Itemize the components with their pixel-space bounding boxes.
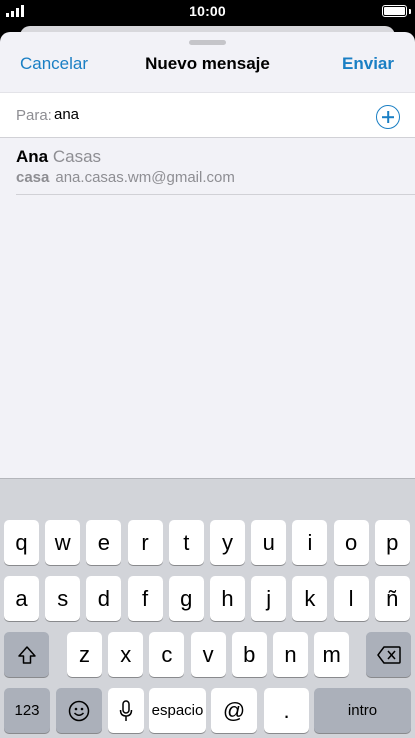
key-e[interactable]: e — [86, 520, 122, 565]
cancel-button[interactable]: Cancelar — [20, 54, 88, 74]
key-w[interactable]: w — [45, 520, 81, 565]
emoji-key[interactable] — [56, 688, 102, 733]
suggestion-email: ana.casas.wm@gmail.com — [55, 169, 235, 186]
key-c[interactable]: c — [149, 632, 185, 677]
add-contact-icon[interactable] — [376, 105, 400, 129]
to-input[interactable] — [54, 106, 354, 123]
shift-icon — [17, 645, 36, 664]
battery-icon — [382, 5, 407, 17]
to-field-row: Para: — [0, 92, 415, 138]
key-t[interactable]: t — [168, 520, 204, 565]
key-n[interactable]: n — [273, 632, 308, 677]
key-j[interactable]: j — [251, 576, 287, 621]
key-s[interactable]: s — [45, 576, 81, 621]
numbers-key[interactable]: 123 — [4, 688, 50, 733]
suggestion-name: Ana Casas — [16, 147, 101, 167]
key-f[interactable]: f — [127, 576, 163, 621]
key-l[interactable]: l — [333, 576, 369, 621]
emoji-icon — [68, 700, 90, 721]
contact-suggestion[interactable]: Ana Casas casa ana.casas.wm@gmail.com — [0, 138, 415, 195]
key-p[interactable]: p — [374, 520, 410, 565]
delete-icon — [376, 645, 401, 664]
key-q[interactable]: q — [4, 520, 39, 565]
dot-key[interactable]: . — [264, 688, 309, 733]
divider — [16, 194, 415, 195]
key-x[interactable]: x — [108, 632, 144, 677]
key-z[interactable]: z — [67, 632, 102, 677]
key-v[interactable]: v — [190, 632, 226, 677]
suggestion-first-name: Ana — [16, 147, 49, 166]
key-r[interactable]: r — [127, 520, 163, 565]
key-k[interactable]: k — [292, 576, 328, 621]
suggestion-email-kind: casa — [16, 169, 50, 186]
key-h[interactable]: h — [210, 576, 245, 621]
space-key[interactable]: espacio — [149, 688, 206, 733]
key-m[interactable]: m — [314, 632, 350, 677]
suggestion-last-name: Casas — [52, 147, 102, 166]
status-time: 10:00 — [189, 3, 226, 19]
key-y[interactable]: y — [210, 520, 245, 565]
suggestion-detail: casa ana.casas.wm@gmail.com — [16, 169, 235, 186]
return-key[interactable]: intro — [314, 688, 411, 733]
nav-bar: Cancelar Nuevo mensaje Enviar — [0, 32, 415, 92]
status-bar: 10:00 — [0, 0, 415, 22]
send-button[interactable]: Enviar — [342, 54, 394, 74]
delete-key[interactable] — [366, 632, 411, 677]
at-key[interactable]: @ — [211, 688, 257, 733]
key-ñ[interactable]: ñ — [374, 576, 410, 621]
key-g[interactable]: g — [168, 576, 204, 621]
key-u[interactable]: u — [251, 520, 287, 565]
key-o[interactable]: o — [333, 520, 369, 565]
microphone-key[interactable] — [108, 688, 144, 733]
microphone-icon — [119, 699, 133, 721]
key-a[interactable]: a — [4, 576, 39, 621]
to-label: Para: — [16, 107, 52, 124]
keyboard: qwertyuiop asdfghjklñ zxcvbnm 123 espaci… — [0, 478, 415, 738]
key-d[interactable]: d — [86, 576, 122, 621]
key-b[interactable]: b — [231, 632, 267, 677]
battery-nub — [409, 9, 411, 14]
key-i[interactable]: i — [292, 520, 328, 565]
shift-key[interactable] — [4, 632, 49, 677]
